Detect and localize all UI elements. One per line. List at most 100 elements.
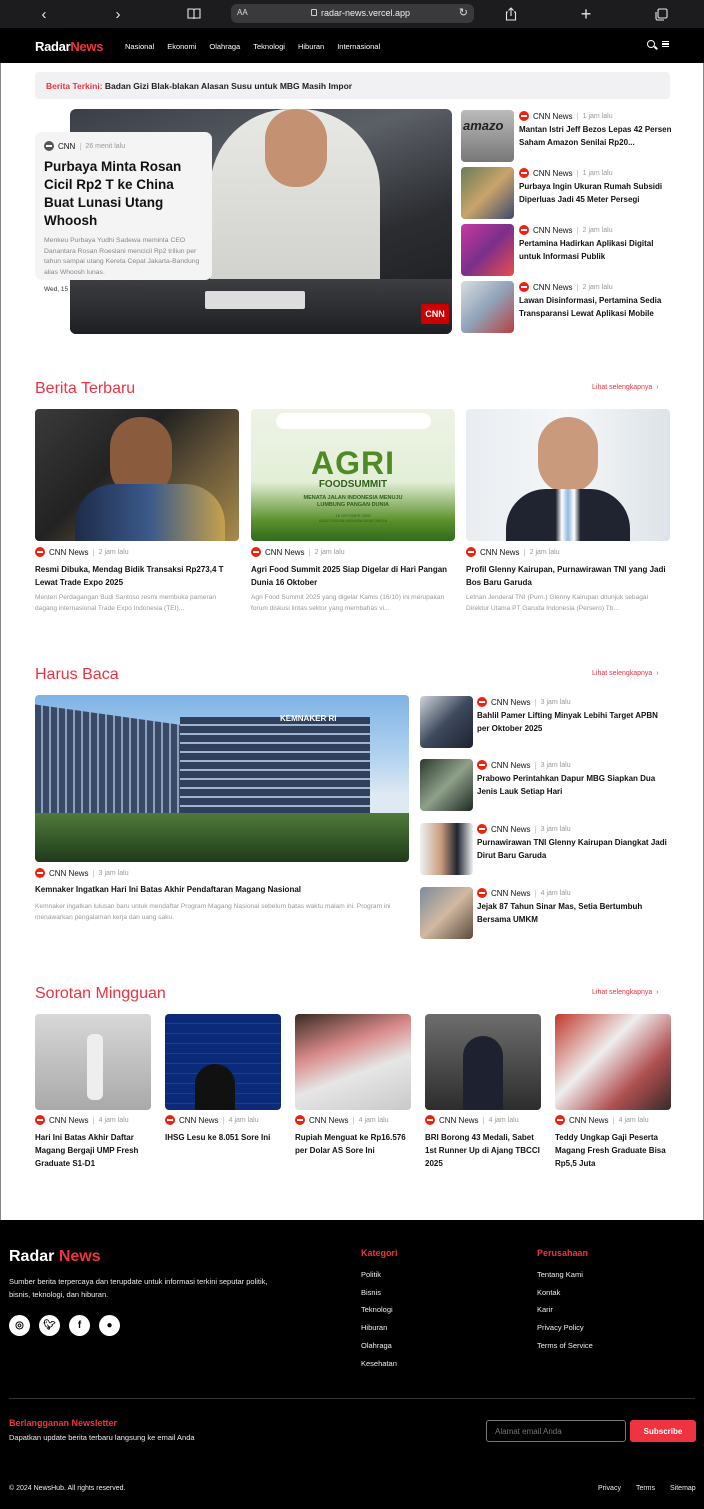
card-image	[425, 1014, 541, 1110]
card-title[interactable]: Agri Food Summit 2025 Siap Digelar di Ha…	[251, 563, 455, 589]
news-card[interactable]: AGRI FOODSUMMIT MENATA JALAN INDONESIA M…	[251, 409, 455, 614]
footer-link-kesehatan[interactable]: Kesehatan	[361, 1355, 398, 1373]
instagram-icon[interactable]: ◎	[9, 1315, 30, 1336]
nav-item-internasional[interactable]: Internasional	[337, 42, 380, 51]
site-logo[interactable]: RadarNews	[35, 39, 103, 54]
news-card[interactable]: CNN News | 2 jam lalu Resmi Dibuka, Mendag…	[35, 409, 239, 614]
highlight-card[interactable]: CNN News | 4 jam lalu BRI Borong 43 Medali…	[425, 1014, 541, 1170]
side-thumb	[420, 823, 473, 875]
page-border-left	[0, 63, 1, 1220]
card-title[interactable]: Hari Ini Batas Akhir Daftar Magang Berga…	[35, 1131, 151, 1170]
card-title[interactable]: Profil Glenny Kairupan, Purnawirawan TNI…	[466, 563, 670, 589]
card-summary: Letnan Jenderal TNI (Purn.) Glenny Kairu…	[466, 594, 649, 612]
share-icon[interactable]	[502, 5, 520, 23]
side-title[interactable]: Prabowo Perintahkan Dapur MBG Siapkan Du…	[477, 772, 669, 798]
footer-link-politik[interactable]: Politik	[361, 1266, 398, 1284]
hero-date: Wed, 15 Oct 2025 19:52:03 +0700	[44, 286, 144, 293]
site-header: RadarNews Nasional Ekonomi Olahraga Tekn…	[0, 28, 704, 63]
side-title[interactable]: Jejak 87 Tahun Sinar Mas, Setia Bertumbu…	[477, 900, 669, 926]
hero-title[interactable]: Purbaya Minta Rosan Cicil Rp2 T ke China…	[44, 158, 203, 230]
footer-link-teknologi[interactable]: Teknologi	[361, 1301, 398, 1319]
highlight-card[interactable]: CNN News | 4 jam lalu Teddy Ungkap Gaji Pe…	[555, 1014, 671, 1170]
footer-kategori: Kategori Politik Bisnis Teknologi Hibura…	[361, 1248, 398, 1372]
github-icon[interactable]: ●	[99, 1315, 120, 1336]
reader-aa-button[interactable]: AA	[237, 8, 248, 17]
breaking-news-bar[interactable]: Berita Terkini: Badan Gizi Blak-blakan A…	[35, 72, 670, 99]
back-icon[interactable]: ‹	[35, 5, 53, 23]
item-time: 2 jam lalu	[582, 283, 613, 291]
side-title[interactable]: Lawan Disinformasi, Pertamina Sedia Tran…	[519, 294, 673, 320]
highlight-card[interactable]: CNN News | 4 jam lalu IHSG Lesu ke 8.051 S…	[165, 1014, 281, 1144]
see-all-link[interactable]: Lihat selengkapnya ›	[592, 384, 659, 391]
newsletter-email-input[interactable]	[486, 1420, 626, 1442]
new-tab-icon[interactable]: +	[577, 4, 595, 24]
footer-link-hiburan[interactable]: Hiburan	[361, 1319, 398, 1337]
news-card[interactable]: CNN News | 2 jam lalu Profil Glenny Kairup…	[466, 409, 670, 614]
search-icon[interactable]	[647, 40, 655, 48]
nav-item-ekonomi[interactable]: Ekonomi	[167, 42, 196, 51]
hero-side-item[interactable]: CNN News | 2 jam lalu Pertamina Hadirkan A…	[461, 224, 671, 276]
agri-headline: AGRI	[311, 445, 395, 481]
source-name: CNN News	[49, 547, 89, 557]
highlight-card[interactable]: CNN News | 4 jam lalu Rupiah Menguat ke Rp…	[295, 1014, 411, 1157]
footer-link-privacy-policy[interactable]: Privacy Policy	[537, 1319, 593, 1337]
card-title[interactable]: Teddy Ungkap Gaji Peserta Magang Fresh G…	[555, 1131, 671, 1170]
main-summary: Kemnaker ingatkan lulusan baru untuk men…	[35, 903, 391, 921]
cnn-logo-icon: CNN	[421, 304, 449, 324]
side-title[interactable]: Bahlil Pamer Lifting Minyak Lebihi Targe…	[477, 709, 669, 735]
side-title[interactable]: Purbaya Ingin Ukuran Rumah Subsidi Diper…	[519, 180, 673, 206]
footer-bottom-links: Privacy Terms Sitemap	[598, 1485, 696, 1492]
footer-link-sitemap[interactable]: Sitemap	[670, 1485, 696, 1492]
footer-link-terms-bottom[interactable]: Terms	[636, 1485, 655, 1492]
hero-side-item[interactable]: amazo CNN News | 1 jam lalu Mantan Istri J…	[461, 110, 673, 162]
card-title[interactable]: Rupiah Menguat ke Rp16.576 per Dolar AS …	[295, 1131, 411, 1157]
nav-item-teknologi[interactable]: Teknologi	[253, 42, 285, 51]
footer-link-karir[interactable]: Karir	[537, 1301, 593, 1319]
footer-link-privacy[interactable]: Privacy	[598, 1485, 621, 1492]
harus-baca-item[interactable]: CNN News | 3 jam lalu Purnawirawan TNI Glen…	[420, 823, 670, 875]
twitter-icon[interactable]: 🐦︎	[39, 1315, 60, 1336]
footer-link-bisnis[interactable]: Bisnis	[361, 1284, 398, 1302]
source-name: CNN News	[491, 824, 531, 834]
side-title[interactable]: Pertamina Hadirkan Aplikasi Digital untu…	[519, 237, 673, 263]
breaking-text[interactable]: Badan Gizi Blak-blakan Alasan Susu untuk…	[105, 81, 352, 91]
source-name: CNN News	[533, 168, 573, 178]
hero-side-item[interactable]: CNN News | 2 jam lalu Lawan Disinformasi, …	[461, 281, 671, 333]
tabs-icon[interactable]	[652, 5, 670, 23]
footer-logo[interactable]: Radar News	[9, 1248, 101, 1266]
harus-baca-item[interactable]: CNN News | 3 jam lalu Bahlil Pamer Lifting …	[420, 696, 670, 748]
card-title[interactable]: Resmi Dibuka, Mendag Bidik Transaksi Rp2…	[35, 563, 239, 589]
card-title[interactable]: BRI Borong 43 Medali, Sabet 1st Runner U…	[425, 1131, 541, 1170]
footer-divider	[9, 1398, 695, 1399]
card-image	[165, 1014, 281, 1110]
subscribe-button[interactable]: Subscribe	[630, 1420, 696, 1442]
source-name: CNN News	[49, 868, 89, 878]
menu-icon[interactable]	[662, 41, 669, 47]
side-title[interactable]: Purnawirawan TNI Glenny Kairupan Diangka…	[477, 836, 669, 862]
footer-link-kontak[interactable]: Kontak	[537, 1284, 593, 1302]
see-all-link[interactable]: Lihat selengkapnya ›	[592, 670, 659, 677]
main-title[interactable]: Kemnaker Ingatkan Hari Ini Batas Akhir P…	[35, 885, 301, 894]
footer-link-terms[interactable]: Terms of Service	[537, 1337, 593, 1355]
hero-side-item[interactable]: CNN News | 1 jam lalu Purbaya Ingin Ukuran…	[461, 167, 671, 219]
side-title[interactable]: Mantan Istri Jeff Bezos Lepas 42 Persen …	[519, 123, 673, 149]
book-icon[interactable]	[185, 5, 203, 23]
nav-item-hiburan[interactable]: Hiburan	[298, 42, 324, 51]
card-title[interactable]: IHSG Lesu ke 8.051 Sore Ini	[165, 1131, 281, 1144]
nav-item-olahraga[interactable]: Olahraga	[209, 42, 240, 51]
footer-link-tentang[interactable]: Tentang Kami	[537, 1266, 593, 1284]
nav-item-nasional[interactable]: Nasional	[125, 42, 154, 51]
address-bar[interactable]: AA radar-news.vercel.app ↻	[231, 4, 474, 23]
see-all-link[interactable]: Lihat selengkapnya ›	[592, 989, 659, 996]
forward-icon[interactable]: ›	[109, 5, 127, 23]
harus-baca-main-image[interactable]: KEMNAKER RI	[35, 695, 409, 862]
reload-icon[interactable]: ↻	[459, 6, 468, 19]
highlight-card[interactable]: CNN News | 4 jam lalu Hari Ini Batas Akhir…	[35, 1014, 151, 1170]
harus-baca-item[interactable]: CNN News | 3 jam lalu Prabowo Perintahkan D…	[420, 759, 670, 811]
cnn-icon	[477, 824, 487, 834]
harus-baca-item[interactable]: CNN News | 4 jam lalu Jejak 87 Tahun Sinar …	[420, 887, 670, 939]
facebook-icon[interactable]: f	[69, 1315, 90, 1336]
footer-link-olahraga[interactable]: Olahraga	[361, 1337, 398, 1355]
hero-card[interactable]: CNN | 26 menit lalu Purbaya Minta Rosan …	[35, 132, 212, 293]
footer-col-title: Kategori	[361, 1248, 398, 1258]
